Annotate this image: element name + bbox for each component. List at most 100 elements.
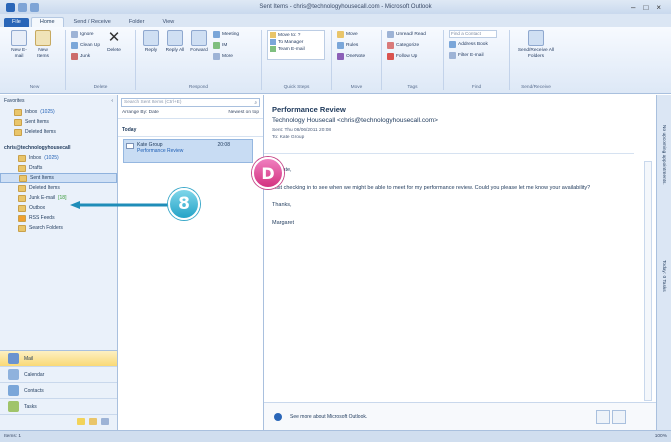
folder-deleted-items[interactable]: Deleted Items bbox=[0, 183, 117, 193]
reading-scrollbar[interactable] bbox=[644, 161, 652, 401]
folder-drafts[interactable]: Drafts bbox=[0, 163, 117, 173]
contact-picture[interactable] bbox=[612, 409, 626, 424]
junk-button[interactable]: Junk bbox=[71, 52, 100, 61]
meeting-button[interactable]: Meeting bbox=[213, 30, 239, 39]
folder-search-folders[interactable]: Search Folders bbox=[0, 223, 117, 233]
message-list: Search Sent Items (Ctrl+E) ⌕ Arrange By:… bbox=[118, 95, 264, 430]
folder-list-icon[interactable] bbox=[89, 418, 97, 425]
quick-step-to-manager[interactable]: To Manager bbox=[270, 39, 322, 45]
body-closing: Thanks, bbox=[272, 202, 292, 208]
group-header-today[interactable]: Today bbox=[118, 119, 263, 137]
arrange-by-bar[interactable]: Arrange By: Date Newest on top bbox=[118, 107, 263, 119]
envelope-icon bbox=[126, 143, 134, 149]
status-items-count: Items: 1 bbox=[4, 434, 22, 439]
forward-button[interactable]: Forward bbox=[189, 30, 209, 90]
tab-folder[interactable]: Folder bbox=[121, 18, 153, 27]
module-contacts[interactable]: Contacts bbox=[0, 383, 117, 399]
send-receive-all-button[interactable]: Send/Receive All Folders bbox=[515, 30, 557, 90]
new-email-button[interactable]: New E-mail bbox=[9, 30, 29, 90]
minimize-icon[interactable]: – bbox=[631, 3, 635, 12]
new-items-button[interactable]: New Items bbox=[33, 30, 53, 90]
todo-bar[interactable]: No upcoming appointments. Today: 0 Tasks bbox=[656, 95, 671, 430]
new-email-icon bbox=[11, 30, 27, 46]
close-icon[interactable]: × bbox=[656, 3, 661, 12]
quick-step-move-to[interactable]: Move to: ? bbox=[270, 32, 322, 38]
address-book-button[interactable]: Address Book bbox=[449, 40, 497, 49]
module-calendar[interactable]: Calendar bbox=[0, 367, 117, 383]
more-button[interactable]: More bbox=[213, 52, 239, 61]
tab-home[interactable]: Home bbox=[30, 17, 64, 27]
notes-icon[interactable] bbox=[77, 418, 85, 425]
people-pane-link[interactable]: See more about Microsoft Outlook. bbox=[290, 414, 367, 420]
find-contact-input[interactable]: Find a Contact bbox=[449, 30, 497, 38]
tab-file[interactable]: File bbox=[4, 18, 29, 27]
undo-icon[interactable] bbox=[30, 2, 39, 12]
ignore-icon bbox=[71, 31, 78, 38]
contact-picture[interactable] bbox=[596, 409, 610, 424]
group-tags: Unread/ Read Categorize Follow Up Tags bbox=[382, 30, 444, 90]
info-icon bbox=[274, 412, 282, 421]
folder-icon bbox=[14, 108, 22, 116]
mini-module-bar bbox=[0, 415, 117, 428]
delete-button[interactable]: ✕ Delete bbox=[104, 30, 124, 90]
rules-icon bbox=[337, 42, 344, 49]
folder-inbox[interactable]: Inbox (1025) bbox=[0, 153, 117, 163]
onenote-button[interactable]: OneNote bbox=[337, 52, 365, 61]
move-icon bbox=[337, 31, 344, 38]
tab-view[interactable]: View bbox=[154, 18, 182, 27]
message-time: 20:08 bbox=[217, 142, 230, 148]
group-send-receive: Send/Receive All Folders Send/Receive bbox=[510, 30, 562, 90]
message-item[interactable]: Kate Group Performance Review 20:08 bbox=[123, 139, 253, 163]
folder-sent-items[interactable]: Sent Items bbox=[0, 173, 117, 183]
account-root[interactable]: chris@technologyhousecall bbox=[0, 143, 117, 153]
window-title: Sent Items - chris@technologyhousecall.c… bbox=[259, 4, 432, 10]
email-from[interactable]: Technology Housecall <chris@technologyho… bbox=[272, 117, 438, 124]
unread-read-button[interactable]: Unread/ Read bbox=[387, 30, 426, 39]
to-manager-icon bbox=[270, 39, 276, 45]
clean-up-icon bbox=[71, 42, 78, 49]
quick-step-team-email[interactable]: Team E-mail bbox=[270, 46, 322, 52]
group-find: Find a Contact Address Book Filter E-mai… bbox=[444, 30, 510, 90]
maximize-icon[interactable]: □ bbox=[643, 3, 648, 12]
folder-rss-feeds[interactable]: RSS Feeds bbox=[0, 213, 117, 223]
move-button[interactable]: Move bbox=[337, 30, 365, 39]
status-bar: Items: 1 100% bbox=[0, 430, 671, 442]
ignore-button[interactable]: Ignore bbox=[71, 30, 100, 39]
follow-up-button[interactable]: Follow Up bbox=[387, 52, 426, 61]
shortcuts-icon[interactable] bbox=[101, 418, 109, 425]
folder-icon bbox=[18, 194, 26, 202]
email-sent: Sent: Thu 08/06/2011 20:08 bbox=[272, 128, 332, 133]
im-button[interactable]: IM bbox=[213, 41, 239, 50]
reading-pane: Performance Review Technology Housecall … bbox=[264, 95, 656, 430]
callout-arrow bbox=[70, 201, 170, 209]
email-body: Hi Kate, Just checking in to see when we… bbox=[272, 167, 637, 237]
fav-deleted-items[interactable]: Deleted Items bbox=[0, 127, 117, 137]
search-input[interactable]: Search Sent Items (Ctrl+E) ⌕ bbox=[121, 98, 260, 107]
module-switcher: Mail Calendar Contacts Tasks bbox=[0, 350, 117, 430]
send-receive-icon[interactable] bbox=[18, 2, 27, 12]
clean-up-button[interactable]: Clean Up bbox=[71, 41, 100, 50]
calendar-icon bbox=[8, 369, 19, 380]
collapse-nav-icon[interactable]: ‹ bbox=[111, 98, 113, 104]
folder-icon bbox=[18, 184, 26, 192]
favorites-header[interactable]: Favorites bbox=[4, 98, 25, 104]
reply-button[interactable]: Reply bbox=[141, 30, 161, 90]
tab-send-receive[interactable]: Send / Receive bbox=[66, 18, 119, 27]
todo-appointments: No upcoming appointments. bbox=[661, 125, 666, 185]
search-icon[interactable]: ⌕ bbox=[254, 100, 257, 106]
categorize-button[interactable]: Categorize bbox=[387, 41, 426, 50]
fav-inbox[interactable]: Inbox (1025) bbox=[0, 107, 117, 117]
quick-steps-gallery[interactable]: Move to: ? To Manager Team E-mail bbox=[267, 30, 325, 60]
rules-button[interactable]: Rules bbox=[337, 41, 365, 50]
zoom-level[interactable]: 100% bbox=[655, 434, 667, 439]
title-bar: Sent Items - chris@technologyhousecall.c… bbox=[0, 0, 671, 14]
quick-access-toolbar bbox=[0, 2, 60, 12]
module-mail[interactable]: Mail bbox=[0, 351, 117, 367]
email-to[interactable]: To: Kate Group bbox=[272, 135, 304, 140]
module-tasks[interactable]: Tasks bbox=[0, 399, 117, 415]
fav-sent-items[interactable]: Sent Items bbox=[0, 117, 117, 127]
reply-all-button[interactable]: Reply All bbox=[165, 30, 185, 90]
folder-icon bbox=[14, 118, 22, 126]
forward-icon bbox=[191, 30, 207, 46]
filter-email-button[interactable]: Filter E-mail bbox=[449, 51, 497, 60]
